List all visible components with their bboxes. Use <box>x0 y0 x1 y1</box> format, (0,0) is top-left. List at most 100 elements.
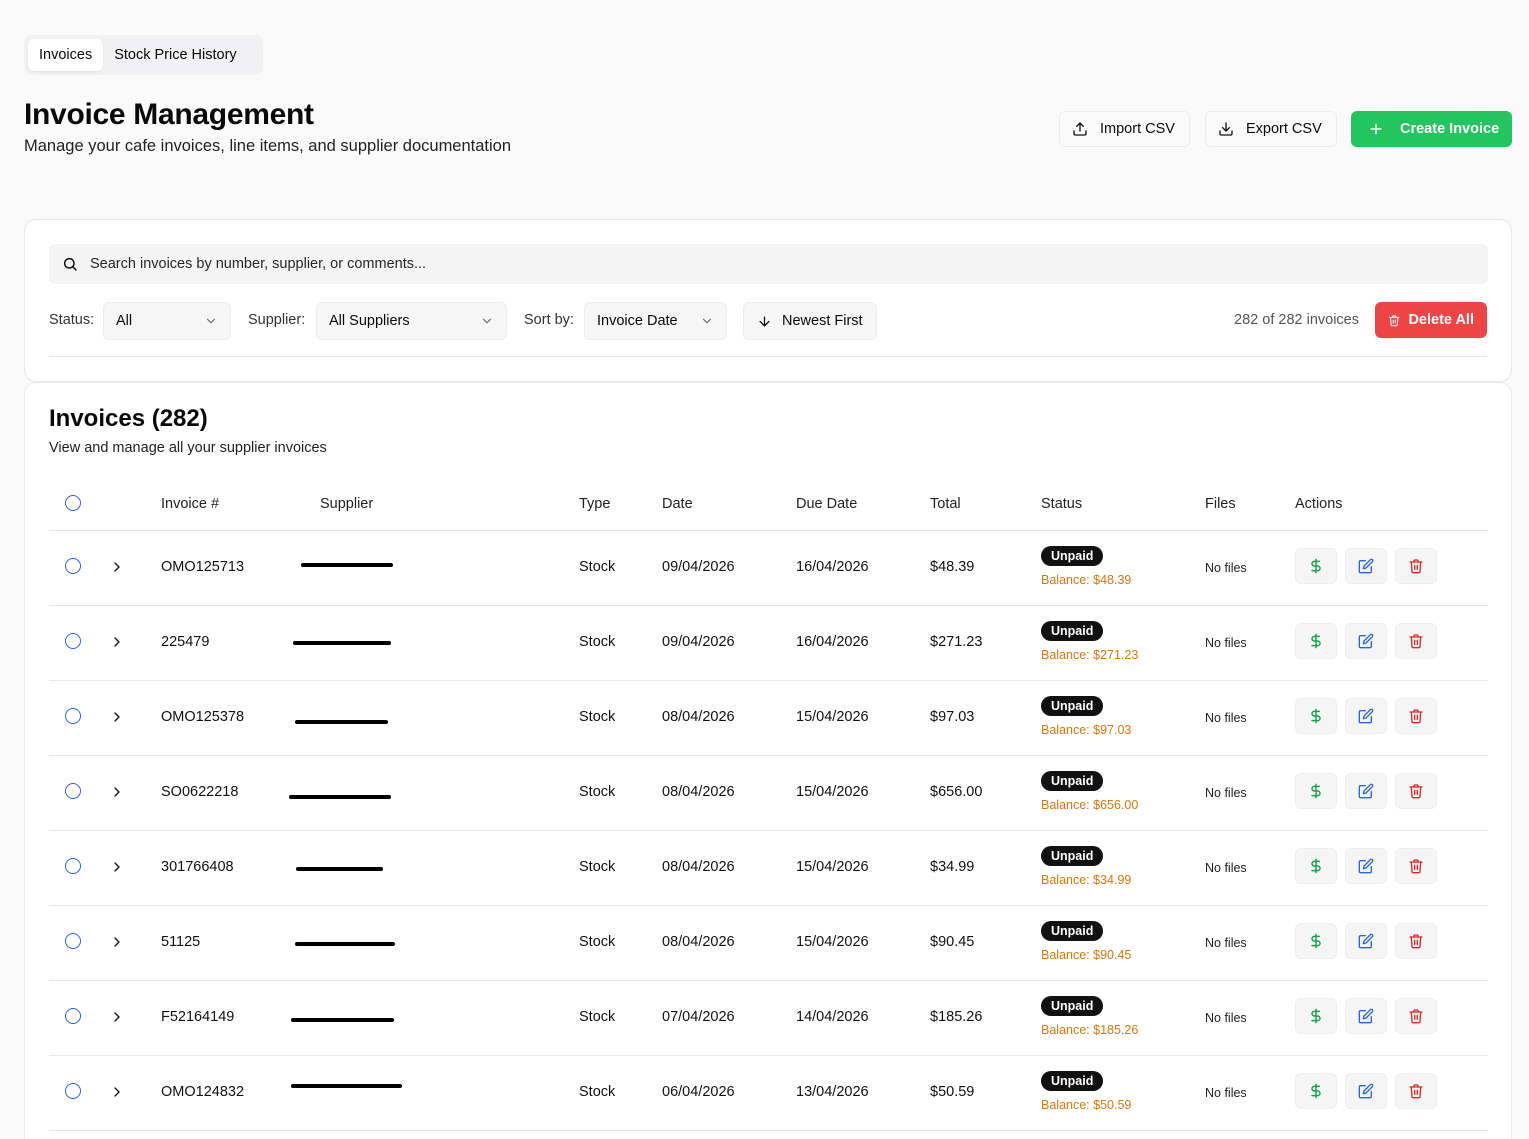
status-badge: Unpaid <box>1041 921 1104 941</box>
invoice-date: 09/04/2026 <box>662 634 735 650</box>
status-badge: Unpaid <box>1041 996 1104 1016</box>
tab-stock-price-history[interactable]: Stock Price History <box>103 39 247 71</box>
chevron-right-icon[interactable] <box>109 1009 125 1025</box>
download-icon <box>1219 122 1233 136</box>
row-select-radio[interactable] <box>65 933 81 949</box>
record-payment-button[interactable] <box>1295 848 1337 884</box>
create-invoice-button[interactable]: Create Invoice <box>1351 111 1512 147</box>
record-payment-button[interactable] <box>1295 548 1337 584</box>
balance-text: Balance: $185.26 <box>1041 1023 1139 1037</box>
edit-invoice-button[interactable] <box>1345 998 1387 1034</box>
dollar-icon <box>1311 783 1321 799</box>
column-files: Files <box>1205 496 1236 512</box>
status-badge: Unpaid <box>1041 546 1104 566</box>
chevron-right-icon[interactable] <box>109 559 125 575</box>
list-subtitle: View and manage all your supplier invoic… <box>49 440 327 456</box>
supplier-redacted <box>295 942 395 946</box>
invoice-date: 07/04/2026 <box>662 1009 735 1025</box>
edit-invoice-button[interactable] <box>1345 1073 1387 1109</box>
balance-text: Balance: $90.45 <box>1041 948 1132 962</box>
column-invoice-number: Invoice # <box>161 496 220 512</box>
status-select[interactable]: All <box>103 302 231 340</box>
delete-all-button[interactable]: Delete All <box>1375 302 1487 338</box>
select-all-radio[interactable] <box>65 495 81 511</box>
files-text: No files <box>1205 786 1247 800</box>
row-select-radio[interactable] <box>65 858 81 874</box>
trash-icon <box>1409 1084 1423 1099</box>
record-payment-button[interactable] <box>1295 1073 1337 1109</box>
row-select-radio[interactable] <box>65 1083 81 1099</box>
search-input[interactable] <box>90 256 1470 272</box>
edit-invoice-button[interactable] <box>1345 848 1387 884</box>
sort-select[interactable]: Invoice Date <box>584 302 727 340</box>
delete-invoice-button[interactable] <box>1395 773 1437 809</box>
edit-invoice-button[interactable] <box>1345 773 1387 809</box>
balance-text: Balance: $48.39 <box>1041 573 1132 587</box>
column-type: Type <box>579 496 611 512</box>
delete-all-label: Delete All <box>1408 312 1474 328</box>
upload-icon <box>1073 122 1087 136</box>
arrow-down-icon <box>759 316 770 326</box>
edit-invoice-button[interactable] <box>1345 548 1387 584</box>
chevron-right-icon[interactable] <box>109 784 125 800</box>
chevron-right-icon[interactable] <box>109 934 125 950</box>
tab-invoices[interactable]: Invoices <box>28 39 104 71</box>
dollar-icon <box>1311 708 1321 724</box>
record-payment-button[interactable] <box>1295 998 1337 1034</box>
delete-invoice-button[interactable] <box>1395 548 1437 584</box>
delete-invoice-button[interactable] <box>1395 923 1437 959</box>
export-csv-button[interactable]: Export CSV <box>1205 111 1337 147</box>
delete-invoice-button[interactable] <box>1395 1073 1437 1109</box>
table-row: 51125 Stock 08/04/2026 15/04/2026 $90.45… <box>49 906 1488 981</box>
row-select-radio[interactable] <box>65 708 81 724</box>
invoice-number: SO0622218 <box>161 784 239 800</box>
chevron-right-icon[interactable] <box>109 1084 125 1100</box>
invoice-due-date: 15/04/2026 <box>796 784 869 800</box>
row-select-radio[interactable] <box>65 558 81 574</box>
supplier-select[interactable]: All Suppliers <box>316 302 507 340</box>
edit-invoice-button[interactable] <box>1345 698 1387 734</box>
view-tabs: Invoices Stock Price History <box>24 35 263 75</box>
invoice-number: 225479 <box>161 634 210 650</box>
invoice-due-date: 15/04/2026 <box>796 934 869 950</box>
invoice-number: 51125 <box>161 934 201 950</box>
chevron-right-icon[interactable] <box>109 709 125 725</box>
invoice-number: OMO124832 <box>161 1084 245 1100</box>
table-header: Invoice # Supplier Type Date Due Date To… <box>49 481 1488 531</box>
chevron-right-icon[interactable] <box>109 859 125 875</box>
column-total: Total <box>930 496 961 512</box>
supplier-redacted <box>296 867 383 871</box>
supplier-redacted <box>291 1084 402 1088</box>
invoice-type: Stock <box>579 634 616 650</box>
record-payment-button[interactable] <box>1295 698 1337 734</box>
delete-invoice-button[interactable] <box>1395 848 1437 884</box>
sort-order-button[interactable]: Newest First <box>743 302 877 340</box>
invoice-type: Stock <box>579 1009 616 1025</box>
supplier-redacted <box>293 641 391 645</box>
table-row: SO0622218 Stock 08/04/2026 15/04/2026 $6… <box>49 756 1488 831</box>
edit-invoice-button[interactable] <box>1345 923 1387 959</box>
invoice-type: Stock <box>579 709 616 725</box>
record-payment-button[interactable] <box>1295 923 1337 959</box>
record-payment-button[interactable] <box>1295 623 1337 659</box>
invoice-due-date: 15/04/2026 <box>796 709 869 725</box>
chevron-right-icon[interactable] <box>109 634 125 650</box>
row-select-radio[interactable] <box>65 783 81 799</box>
list-title: Invoices (282) <box>49 405 208 432</box>
search-icon <box>63 257 77 271</box>
edit-invoice-button[interactable] <box>1345 623 1387 659</box>
row-select-radio[interactable] <box>65 633 81 649</box>
table-row: 225479 Stock 09/04/2026 16/04/2026 $271.… <box>49 606 1488 681</box>
row-select-radio[interactable] <box>65 1008 81 1024</box>
import-csv-button[interactable]: Import CSV <box>1059 111 1190 147</box>
files-text: No files <box>1205 1086 1247 1100</box>
delete-invoice-button[interactable] <box>1395 998 1437 1034</box>
delete-invoice-button[interactable] <box>1395 623 1437 659</box>
filter-card: Status: All Supplier: All Suppliers Sort… <box>24 219 1512 382</box>
invoice-total: $271.23 <box>930 634 983 650</box>
invoice-type: Stock <box>579 559 616 575</box>
invoice-date: 06/04/2026 <box>662 1084 735 1100</box>
sort-order-label: Newest First <box>782 313 863 329</box>
delete-invoice-button[interactable] <box>1395 698 1437 734</box>
record-payment-button[interactable] <box>1295 773 1337 809</box>
